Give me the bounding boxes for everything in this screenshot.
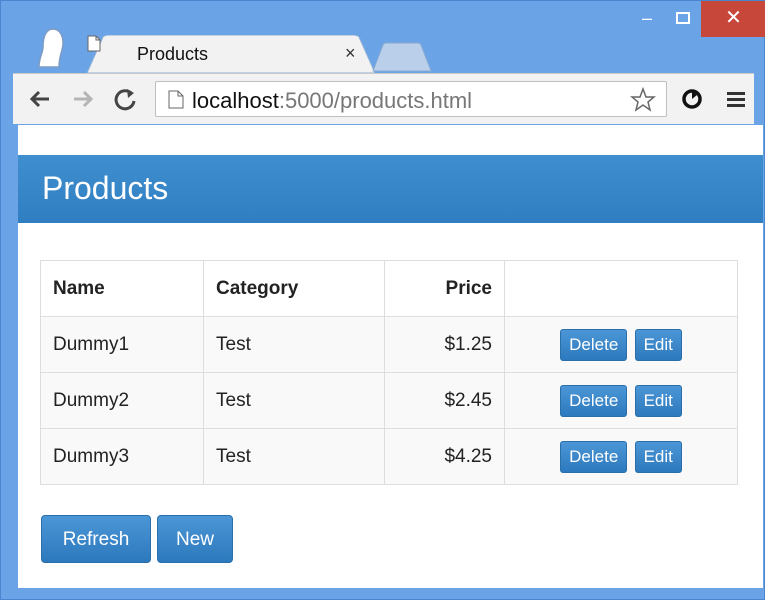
product-category: Test: [203, 372, 385, 429]
tab-products[interactable]: Products ×: [87, 35, 375, 73]
minimize-button[interactable]: –: [629, 1, 665, 37]
column-header-name: Name: [40, 260, 204, 317]
edit-button[interactable]: Edit: [634, 328, 682, 361]
product-price: $1.25: [384, 316, 505, 373]
refresh-button[interactable]: Refresh: [41, 515, 151, 563]
page-title: Products: [42, 170, 169, 206]
table-header-row: Name Category Price: [40, 260, 738, 317]
browser-toolbar: localhost:5000/products.html: [13, 73, 754, 124]
edit-button[interactable]: Edit: [634, 384, 682, 417]
product-name: Dummy1: [40, 316, 204, 373]
table-row: Dummy3 Test $4.25 Delete Edit: [40, 428, 738, 485]
page-icon: [168, 90, 184, 109]
menu-icon[interactable]: [721, 84, 751, 114]
back-arrow-icon[interactable]: [25, 84, 55, 114]
product-category: Test: [203, 316, 385, 373]
delete-button[interactable]: Delete: [560, 384, 628, 417]
edit-button[interactable]: Edit: [634, 440, 682, 473]
address-bar[interactable]: localhost:5000/products.html: [155, 81, 667, 117]
delete-button[interactable]: Delete: [560, 328, 628, 361]
column-header-price: Price: [384, 260, 505, 317]
forward-arrow-icon[interactable]: [68, 84, 98, 114]
page-header: Products: [18, 155, 763, 223]
browser-window: Products × – ✕ localhost:5000/products.h…: [0, 0, 765, 600]
product-price: $4.25: [384, 428, 505, 485]
new-tab-button[interactable]: [371, 41, 433, 73]
product-name: Dummy3: [40, 428, 204, 485]
product-name: Dummy2: [40, 372, 204, 429]
profile-avatar-icon[interactable]: [33, 27, 67, 69]
table-row: Dummy2 Test $2.45 Delete Edit: [40, 372, 738, 429]
row-actions: Delete Edit: [504, 316, 738, 373]
reload-icon[interactable]: [110, 84, 140, 114]
row-actions: Delete Edit: [504, 428, 738, 485]
star-icon[interactable]: [630, 87, 656, 113]
row-actions: Delete Edit: [504, 372, 738, 429]
tab-title: Products: [137, 44, 209, 64]
column-header-actions: [504, 260, 738, 317]
maximize-icon: [676, 12, 690, 24]
product-price: $2.45: [384, 372, 505, 429]
extension-icon[interactable]: [677, 84, 707, 114]
tab-close-button[interactable]: ×: [345, 43, 356, 64]
url-text: localhost:5000/products.html: [192, 88, 472, 114]
delete-button[interactable]: Delete: [560, 440, 628, 473]
document-icon: [87, 35, 101, 52]
column-header-category: Category: [203, 260, 385, 317]
new-button[interactable]: New: [157, 515, 233, 563]
table-row: Dummy1 Test $1.25 Delete Edit: [40, 316, 738, 373]
close-window-button[interactable]: ✕: [701, 1, 765, 37]
page-content: Products Name Category Price Dummy1 Test…: [18, 125, 763, 588]
maximize-button[interactable]: [665, 1, 701, 37]
product-category: Test: [203, 428, 385, 485]
url-path: :5000/products.html: [278, 88, 473, 113]
url-host: localhost: [192, 88, 279, 113]
products-table: Name Category Price Dummy1 Test $1.25 De…: [40, 260, 738, 485]
